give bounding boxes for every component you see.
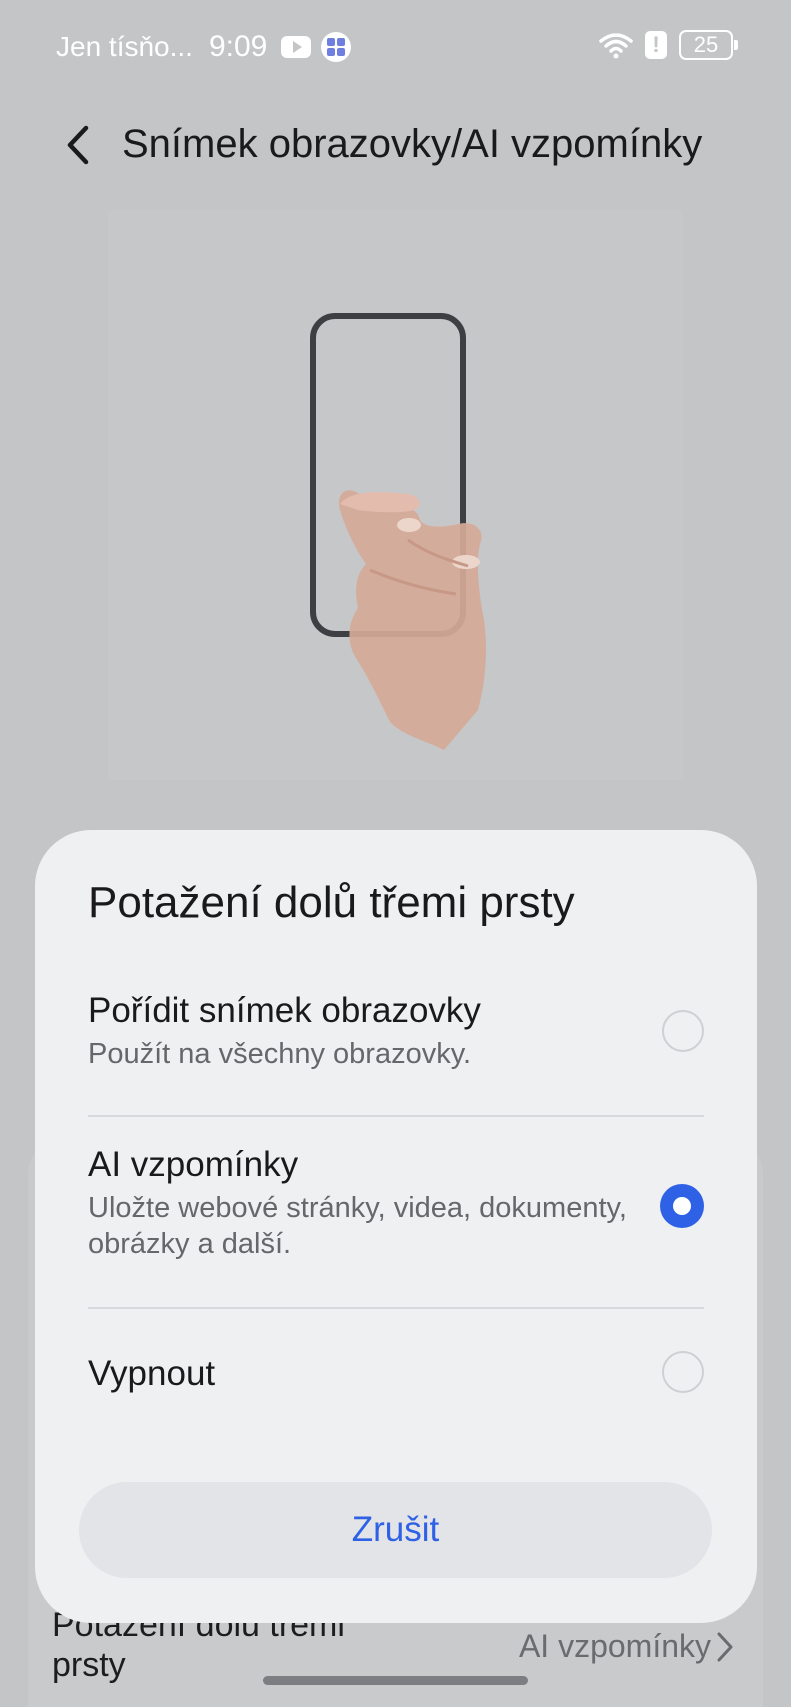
page-header: Snímek obrazovky/AI vzpomínky (0, 110, 791, 180)
option-off[interactable]: Vypnout (88, 1351, 704, 1395)
option-ai-memories[interactable]: AI vzpomínky Uložte webové stránky, vide… (88, 1144, 704, 1262)
divider (88, 1115, 704, 1117)
options-dialog: Potažení dolů třemi prsty Pořídit snímek… (35, 830, 757, 1623)
gesture-illustration (108, 210, 683, 780)
option-screenshot[interactable]: Pořídit snímek obrazovky Použít na všech… (88, 990, 704, 1072)
wifi-icon (599, 33, 633, 59)
page-title: Snímek obrazovky/AI vzpomínky (122, 122, 703, 166)
dialog-title: Potažení dolů třemi prsty (88, 878, 575, 927)
option-description: Použít na všechny obrazovky. (88, 1038, 472, 1070)
carrier-text: Jen tísňo... (56, 31, 193, 62)
home-indicator[interactable] (263, 1676, 528, 1685)
settings-row-value[interactable]: AI vzpomínky (519, 1628, 711, 1665)
option-description: Uložte webové stránky, videa, dokumenty,… (88, 1192, 627, 1260)
alert-icon: ! (645, 31, 667, 59)
option-title: AI vzpomínky (88, 1145, 299, 1184)
radio-button-off[interactable] (662, 1351, 704, 1393)
radio-button-screenshot[interactable] (662, 1010, 704, 1052)
app-grid-icon (321, 32, 352, 62)
status-bar: Jen tísňo... 9:09 ! 25 (0, 0, 791, 100)
divider (88, 1307, 704, 1309)
chevron-left-icon[interactable] (58, 122, 98, 168)
battery-icon: 25 (679, 30, 738, 60)
youtube-icon (281, 36, 312, 58)
option-title: Vypnout (88, 1354, 216, 1393)
status-left: Jen tísňo... 9:09 (56, 30, 352, 64)
radio-button-ai-memories[interactable] (660, 1184, 704, 1228)
option-title: Pořídit snímek obrazovky (88, 991, 481, 1030)
cancel-button[interactable]: Zrušit (79, 1482, 712, 1578)
phone-three-finger-swipe-illustration (310, 313, 486, 750)
clock: 9:09 (208, 30, 268, 63)
chevron-right-icon (717, 1632, 733, 1662)
status-right: ! 25 (599, 30, 738, 60)
